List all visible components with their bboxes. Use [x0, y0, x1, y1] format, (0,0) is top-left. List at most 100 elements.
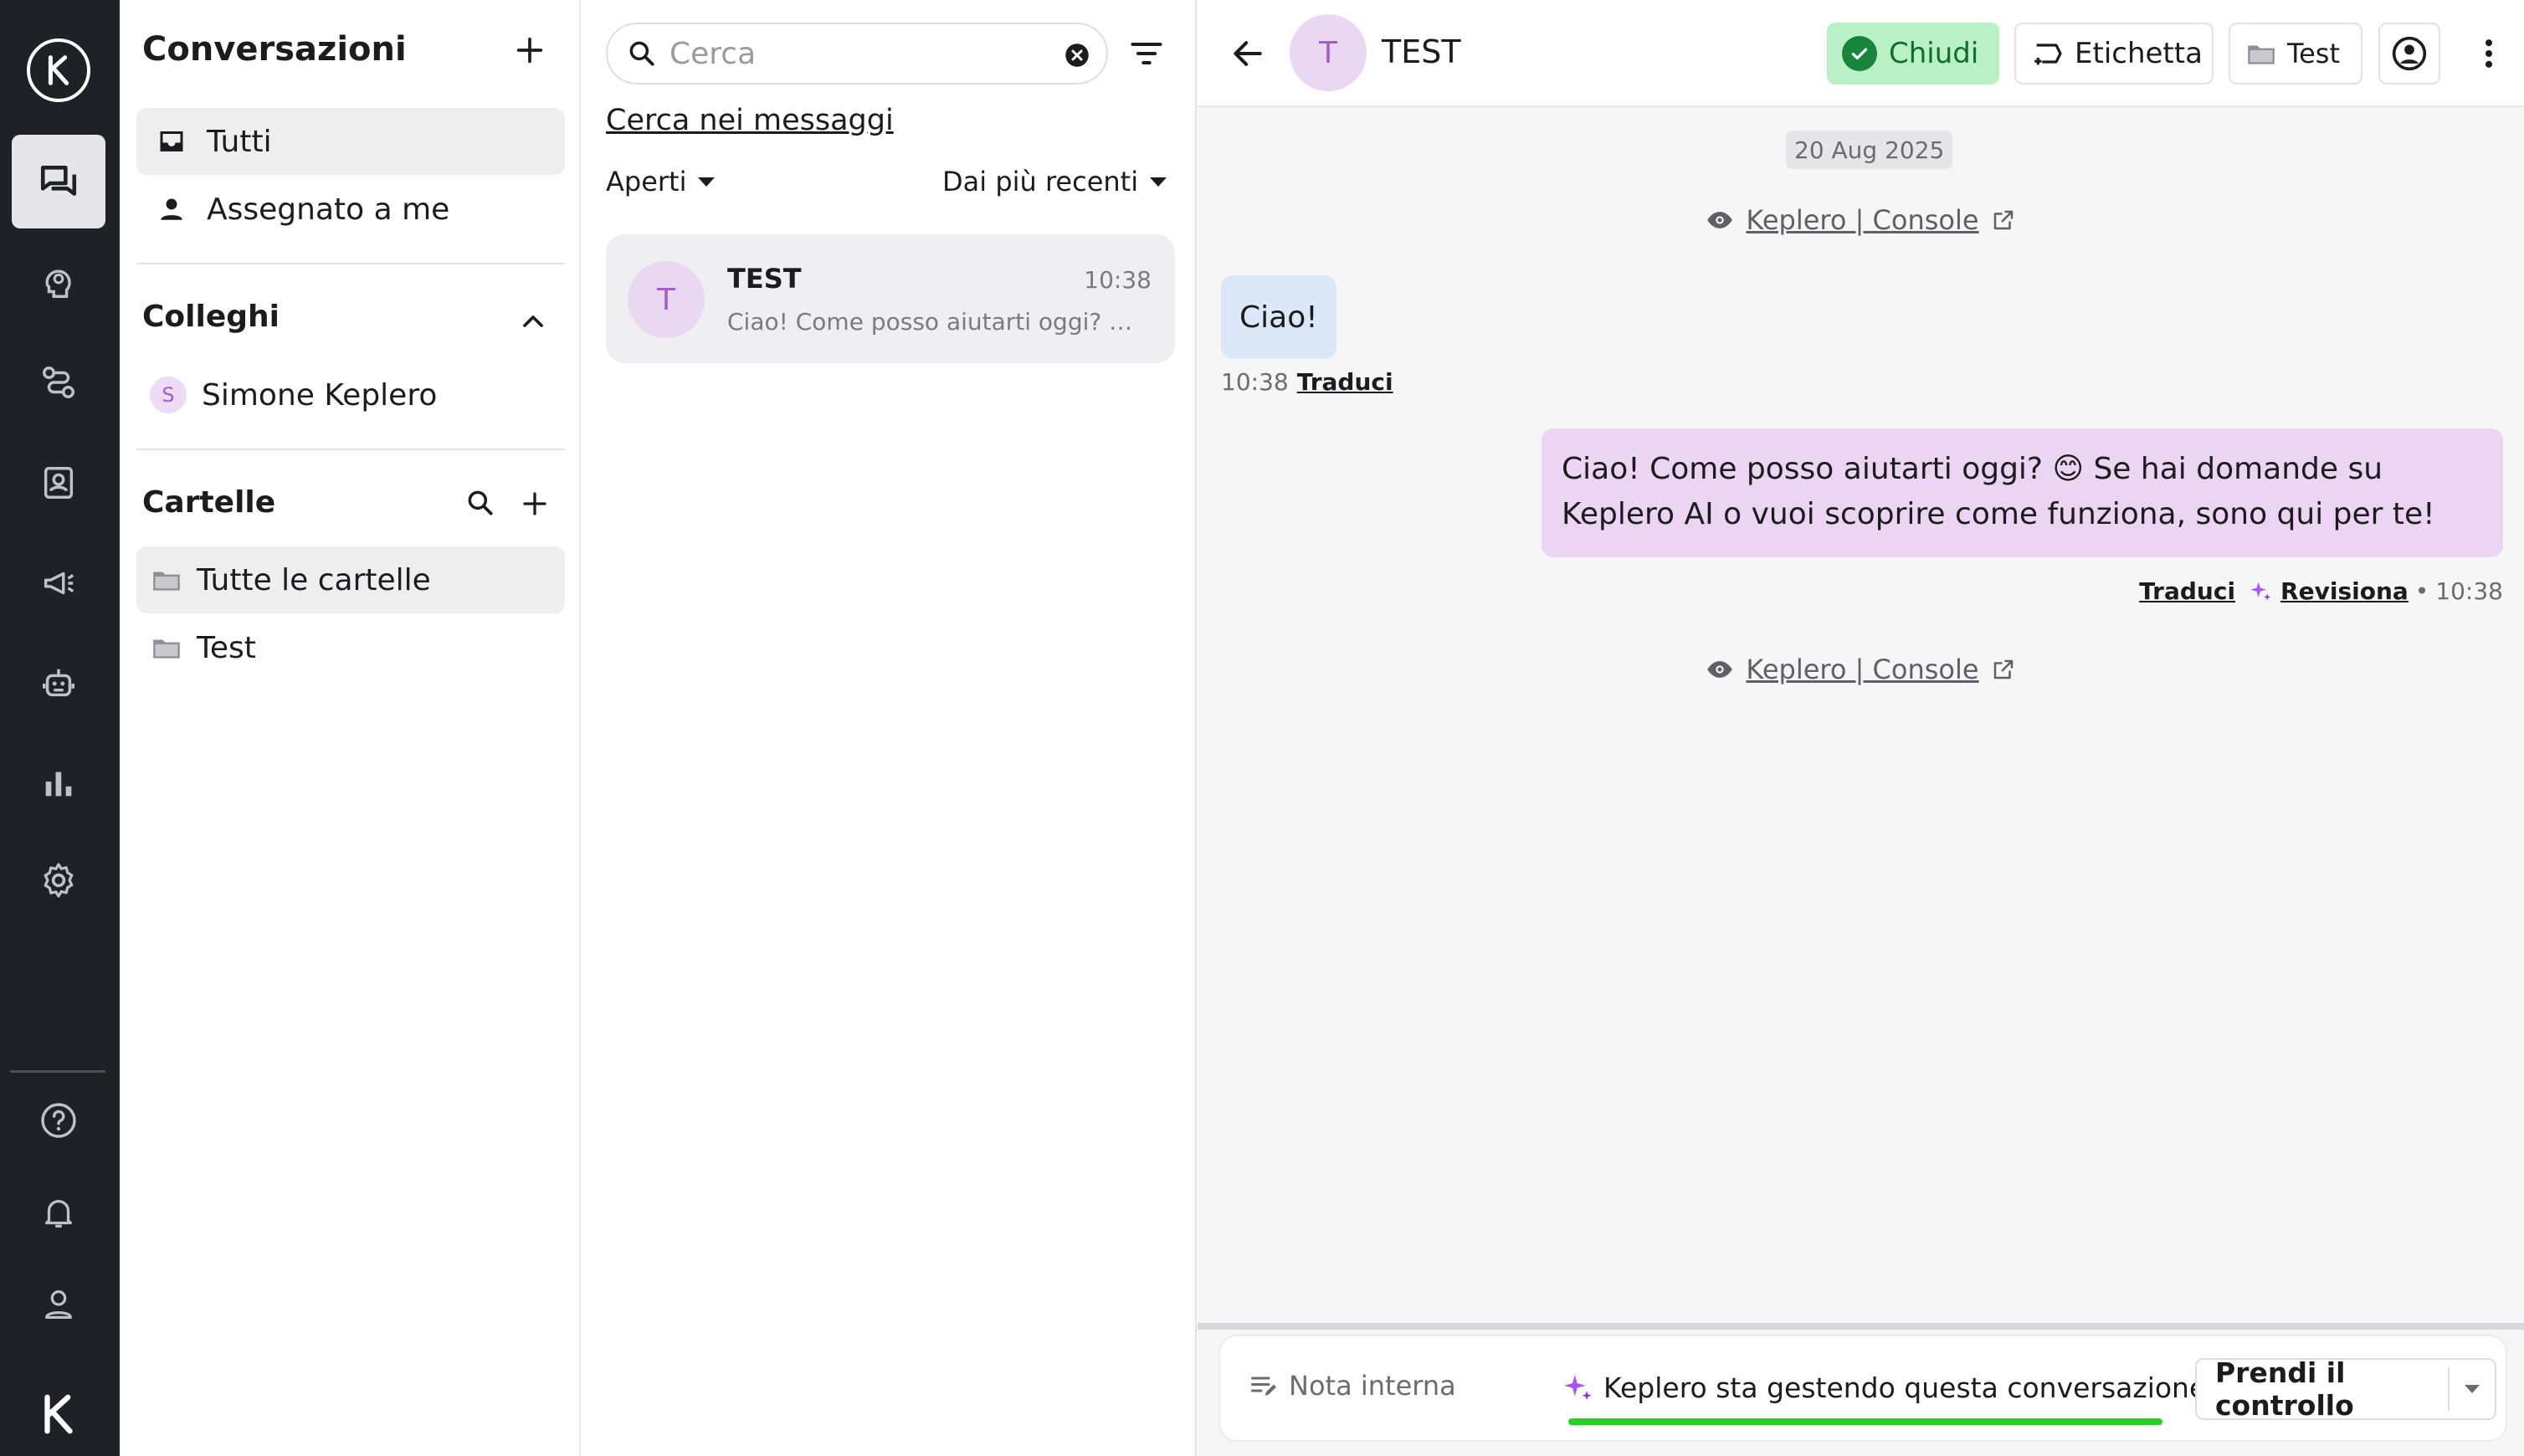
arrow-left-icon: [1229, 35, 1266, 72]
translate-link[interactable]: Traduci: [2139, 577, 2235, 605]
app-rail: [0, 0, 120, 1456]
tag-icon: [2031, 37, 2065, 70]
caret-down-icon[interactable]: [2465, 1385, 2480, 1393]
eye-icon: [1706, 206, 1734, 234]
take-control-label: Prendi il controllo: [2215, 1356, 2354, 1422]
composer: Nota interna Keplero sta gestendo questa…: [1218, 1335, 2507, 1442]
rail-campaigns[interactable]: [12, 536, 105, 630]
contact-name: TEST: [1382, 33, 1461, 70]
route-icon: [39, 363, 78, 402]
external-link-icon[interactable]: [1991, 208, 2016, 233]
close-conversation-button[interactable]: Chiudi: [1827, 23, 1999, 85]
account-circle-icon: [2391, 35, 2428, 72]
event-console-link: Keplero | Console: [1198, 654, 2524, 685]
person-icon: [155, 192, 188, 226]
chat-bubbles-icon: [38, 161, 80, 203]
sidebar-divider: [136, 449, 565, 450]
rail-divider: [10, 1070, 105, 1073]
rail-help[interactable]: [12, 1074, 105, 1167]
sidebar-title: Conversazioni: [142, 30, 407, 69]
keplero-k-icon: [36, 1392, 81, 1437]
keplero-brand-mark: [12, 1372, 105, 1456]
folder-label: Test: [197, 630, 256, 665]
rail-analytics[interactable]: [12, 736, 105, 830]
more-options-button[interactable]: [2470, 35, 2507, 72]
button-divider: [2448, 1367, 2450, 1411]
console-link[interactable]: Keplero | Console: [1746, 654, 1978, 685]
message-time: 10:38: [1221, 368, 1289, 396]
filter-icon: [1128, 35, 1165, 72]
close-label: Chiudi: [1889, 37, 1979, 70]
more-vertical-icon: [2470, 35, 2507, 72]
sidebar-item-assigned-to-me[interactable]: Assegnato a me: [136, 176, 565, 243]
search-box[interactable]: [606, 23, 1108, 85]
sidebar-item-label: Tutti: [207, 124, 272, 159]
label-button[interactable]: Etichetta: [2014, 23, 2214, 85]
rail-conversations[interactable]: [12, 135, 105, 228]
folder-label: Tutte le cartelle: [197, 562, 431, 597]
conversation-time: 10:38: [1084, 266, 1152, 294]
review-link[interactable]: Revisiona: [2280, 577, 2409, 605]
caret-down-icon: [1150, 177, 1167, 187]
search-icon: [626, 38, 658, 69]
folder-icon: [150, 631, 183, 664]
rail-bots[interactable]: [12, 637, 105, 731]
add-folder-button[interactable]: [520, 489, 553, 522]
plus-icon: [513, 33, 546, 67]
megaphone-icon: [39, 564, 78, 602]
note-edit-icon: [1249, 1371, 1279, 1401]
conversation-name: TEST: [727, 263, 802, 295]
sparkle-icon: [1562, 1372, 1593, 1404]
rail-profile[interactable]: [12, 1258, 105, 1351]
folder-button[interactable]: Test: [2229, 23, 2362, 85]
search-input[interactable]: [669, 36, 1046, 71]
search-in-messages-link[interactable]: Cerca nei messaggi: [606, 104, 894, 137]
take-control-button[interactable]: Prendi il controllo: [2195, 1356, 2496, 1422]
avatar: T: [1290, 14, 1367, 91]
folder-button-text: Test: [2287, 38, 2341, 69]
check-circle-icon: [1842, 36, 1877, 71]
sidebar-divider: [136, 263, 565, 264]
conversation-list-item[interactable]: T TEST 10:38 Ciao! Come posso aiutarti o…: [606, 234, 1175, 363]
sidebar-item-folder-test[interactable]: Test: [136, 614, 565, 681]
new-conversation-button[interactable]: [513, 33, 546, 67]
console-link[interactable]: Keplero | Console: [1746, 204, 1978, 236]
composer-resize-bar[interactable]: [1198, 1323, 2524, 1330]
sort-dropdown[interactable]: Dai più recenti: [942, 166, 1167, 197]
status-filter-dropdown[interactable]: Aperti: [606, 166, 716, 197]
rail-contacts[interactable]: [12, 436, 105, 530]
highlight-underline: [1568, 1418, 2162, 1425]
meta-dot: •: [2414, 577, 2429, 605]
collapse-colleagues-button[interactable]: [516, 305, 550, 338]
translate-link[interactable]: Traduci: [1297, 368, 1393, 396]
rail-notifications[interactable]: [12, 1166, 105, 1259]
bell-icon: [39, 1193, 78, 1232]
rail-settings[interactable]: [12, 833, 105, 927]
eye-icon: [1706, 655, 1734, 684]
filter-button[interactable]: [1128, 35, 1165, 72]
sidebar-item-label: Assegnato a me: [207, 192, 450, 227]
status-filter-value: Aperti: [606, 166, 687, 197]
message-time: 10:38: [2435, 577, 2503, 605]
external-link-icon[interactable]: [1991, 657, 2016, 682]
back-button[interactable]: [1229, 35, 1266, 72]
contacts-icon: [39, 464, 78, 502]
incoming-message-meta: 10:38 Traduci: [1221, 368, 1393, 396]
outgoing-message-meta: Traduci Revisiona • 10:38: [2139, 577, 2503, 605]
sort-value: Dai più recenti: [942, 166, 1139, 197]
keplero-logo[interactable]: [27, 38, 90, 102]
sidebar-item-all-folders[interactable]: Tutte le cartelle: [136, 546, 565, 613]
sidebar-item-all[interactable]: Tutti: [136, 108, 565, 175]
sidebar-item-colleague[interactable]: S Simone Keplero: [136, 361, 565, 428]
ai-status-text: Keplero sta gestendo questa conversazion…: [1603, 1371, 2207, 1404]
search-icon: [464, 487, 498, 519]
internal-note-button[interactable]: Nota interna: [1249, 1370, 1456, 1402]
date-separator: 20 Aug 2025: [1786, 131, 1953, 169]
rail-flows[interactable]: [12, 336, 105, 429]
chat-panel: T TEST Chiudi Etichetta Test 20 Aug 2025…: [1198, 0, 2524, 1456]
rail-knowledge[interactable]: [12, 235, 105, 329]
clear-search-icon[interactable]: [1064, 43, 1090, 68]
search-folders-button[interactable]: [464, 487, 498, 520]
assign-user-button[interactable]: [2378, 23, 2440, 85]
folder-icon: [2245, 38, 2277, 69]
